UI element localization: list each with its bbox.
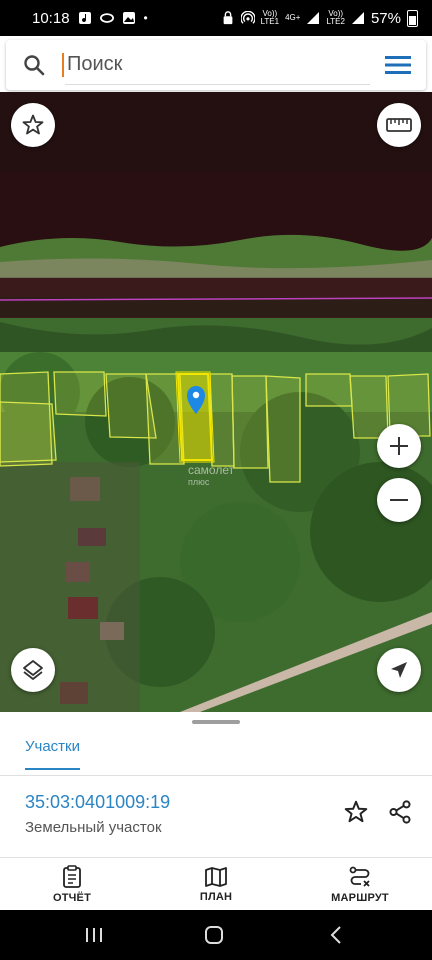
cloud-sync-icon <box>99 13 114 23</box>
minus-icon <box>390 499 408 501</box>
recent-apps-icon[interactable] <box>82 923 106 947</box>
status-time: 10:18 <box>32 9 70 27</box>
star-outline-icon <box>344 800 368 823</box>
map-icon <box>205 866 227 887</box>
zoom-out-button[interactable] <box>377 478 421 522</box>
status-dot: • <box>143 11 148 25</box>
menu-button[interactable] <box>370 54 426 76</box>
battery-icon <box>407 9 418 27</box>
route-label: МАРШРУТ <box>331 891 389 904</box>
layers-icon <box>23 660 43 680</box>
alarm-lock-icon <box>223 11 232 25</box>
map-watermark: самолет плюс <box>188 463 235 487</box>
search-bar <box>6 40 426 90</box>
layers-button[interactable] <box>11 648 55 692</box>
search-icon[interactable] <box>6 54 62 76</box>
search-input[interactable] <box>65 45 370 85</box>
battery-percent: 57% <box>370 9 401 27</box>
signal-2-icon <box>351 12 364 24</box>
volte2-indicator: Vo)) LTE2 <box>326 9 345 26</box>
route-icon <box>349 866 370 887</box>
volte1-indicator: Vo)) LTE1 <box>260 9 280 26</box>
search-bar-container <box>0 36 432 92</box>
my-location-button[interactable] <box>377 648 421 692</box>
hamburger-icon <box>385 56 411 74</box>
ruler-icon <box>386 118 412 132</box>
status-bar: 10:18 • Vo)) LTE1 4G+ Vo)) LTE2 57% <box>0 0 432 36</box>
text-cursor <box>62 53 64 77</box>
bottom-action-bar: ОТЧЁТ ПЛАН МАРШРУТ <box>0 858 432 910</box>
share-icon <box>389 800 411 824</box>
zoom-in-button[interactable] <box>377 424 421 468</box>
tab-parcels[interactable]: Участки <box>25 738 80 770</box>
home-icon[interactable] <box>202 923 226 947</box>
satellite-imagery <box>0 92 432 712</box>
back-icon[interactable] <box>324 923 348 947</box>
hotspot-icon <box>240 11 255 24</box>
music-note-icon <box>78 12 91 24</box>
report-label: ОТЧЁТ <box>52 891 92 904</box>
favorite-parcel-button[interactable] <box>340 796 372 828</box>
navigation-arrow-icon <box>391 662 407 678</box>
route-button[interactable]: МАРШРУТ <box>305 858 415 910</box>
parcel-cadastral-number[interactable]: 35:03:0401009:19 <box>25 792 170 813</box>
signal-1-icon <box>307 12 320 24</box>
network-type: 4G+ <box>285 13 301 22</box>
favorite-map-button[interactable] <box>11 103 55 147</box>
parcel-type-label: Земельный участок <box>25 819 162 836</box>
sheet-tab-bar: Участки <box>0 724 432 776</box>
plus-icon <box>390 437 408 455</box>
star-outline-icon <box>22 114 44 135</box>
ruler-button[interactable] <box>377 103 421 147</box>
clipboard-icon <box>63 864 81 888</box>
map-view[interactable]: самолет плюс <box>0 92 432 712</box>
image-icon <box>122 12 135 24</box>
share-button[interactable] <box>384 796 416 828</box>
plan-label: ПЛАН <box>199 890 233 903</box>
system-navigation-bar <box>0 910 432 960</box>
bottom-sheet: Участки 35:03:0401009:19 Земельный участ… <box>0 712 432 910</box>
plan-button[interactable]: ПЛАН <box>161 858 271 910</box>
report-button[interactable]: ОТЧЁТ <box>17 858 127 910</box>
